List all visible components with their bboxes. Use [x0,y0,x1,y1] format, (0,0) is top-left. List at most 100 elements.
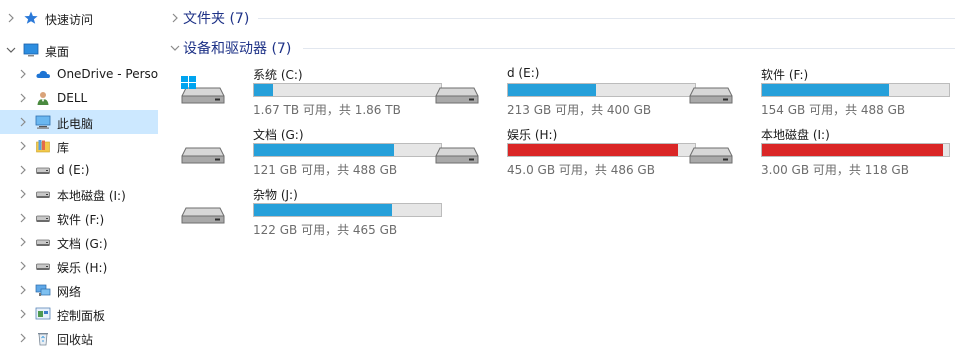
sidebar-item[interactable]: 文档 (G:) [0,230,158,254]
usage-bar [253,203,442,217]
sidebar-item[interactable]: 回收站 [0,326,158,350]
sidebar-item-label: 软件 (F:) [57,213,105,227]
drive-icon [36,263,50,270]
windows-logo-icon [181,76,196,89]
drive-space-info: 213 GB 可用，共 400 GB [507,103,652,117]
hard-drive-icon [181,147,225,164]
drive-name: 软件 (F:) [761,68,809,82]
chevron-right-icon[interactable] [6,13,16,23]
drive-tile[interactable]: 娱乐 (H:) 45.0 GB 可用，共 486 GB [434,126,696,177]
chevron-down-icon [170,45,180,51]
drive-name: 系统 (C:) [253,68,303,82]
drive-name: d (E:) [507,66,540,80]
chevron-right-icon [172,13,178,23]
drive-name: 娱乐 (H:) [507,128,558,142]
group-title-drives: 设备和驱动器 (7) [183,41,292,57]
drive-tile[interactable]: 本地磁盘 (I:) 3.00 GB 可用，共 118 GB [688,126,950,177]
drive-space-info: 3.00 GB 可用，共 118 GB [761,163,909,177]
group-title-folders: 文件夹 (7) [183,11,250,27]
chevron-right-icon[interactable] [18,333,28,343]
drive-name: 文档 (G:) [253,128,304,142]
sidebar-item-label: 快速访问 [45,13,94,27]
recycle-bin-icon [38,333,48,346]
usage-bar [507,83,696,97]
hard-drive-icon [435,87,479,104]
sidebar-item[interactable]: 本地磁盘 (I:) [0,182,158,206]
drive-space-info: 122 GB 可用，共 465 GB [253,223,398,237]
usage-bar [253,143,442,157]
hard-drive-icon [435,147,479,164]
onedrive-cloud-icon [36,70,50,78]
drive-tile[interactable]: 软件 (F:) 154 GB 可用，共 488 GB [688,66,950,117]
drive-name: 本地磁盘 (I:) [761,128,830,142]
usage-bar-fill [254,204,392,216]
chevron-down-icon[interactable] [6,45,16,55]
chevron-right-icon[interactable] [18,141,28,151]
sidebar-item[interactable]: 库 [0,134,158,158]
chevron-right-icon[interactable] [18,261,28,271]
this-pc-icon [35,115,51,129]
chevron-right-icon[interactable] [18,309,28,319]
sidebar-item[interactable]: 软件 (F:) [0,206,158,230]
sidebar-item[interactable]: DELL [0,86,158,110]
sidebar-item[interactable]: 此电脑 [0,110,158,134]
chevron-right-icon[interactable] [18,69,28,79]
sidebar-item[interactable]: 快速访问 [0,6,158,30]
hard-drive-icon [181,76,225,104]
drive-icon [36,191,50,198]
usage-bar [761,83,950,97]
chevron-right-icon[interactable] [18,285,28,295]
group-header-drives[interactable]: 设备和驱动器 (7) [158,37,955,59]
sidebar-item-label: 文档 (G:) [57,237,108,251]
usage-bar-fill [254,144,394,156]
user-icon [37,92,49,105]
sidebar-item[interactable]: 桌面 [0,38,158,62]
sidebar-item[interactable]: 娱乐 (H:) [0,254,158,278]
chevron-right-icon[interactable] [18,93,28,103]
usage-bar [253,83,442,97]
group-header-folders[interactable]: 文件夹 (7) [158,7,955,29]
group-divider [303,48,955,49]
usage-bar-fill [762,144,943,156]
drive-icon [36,215,50,222]
control-panel-icon [35,307,51,320]
sidebar-item-label: 回收站 [57,333,94,347]
drive-tile[interactable]: d (E:) 213 GB 可用，共 400 GB [434,66,696,117]
usage-bar [507,143,696,157]
drive-space-info: 154 GB 可用，共 488 GB [761,103,906,117]
sidebar-item-label: OneDrive - Person [57,67,158,81]
drive-tile[interactable]: 杂物 (J:) 122 GB 可用，共 465 GB [180,186,442,237]
sidebar-item-label: 网络 [57,285,82,299]
sidebar-item-label: 娱乐 (H:) [57,261,108,275]
chevron-right-icon[interactable] [18,165,28,175]
sidebar-item-label: DELL [57,91,88,105]
sidebar-item-label: 库 [57,141,70,155]
drive-tile[interactable]: 系统 (C:) 1.67 TB 可用，共 1.86 TB [180,66,442,117]
drive-icon [36,167,50,174]
quick-access-star-icon [24,11,38,24]
drive-space-info: 45.0 GB 可用，共 486 GB [507,163,655,177]
library-icon [36,140,50,153]
hard-drive-icon [181,207,225,224]
sidebar-item[interactable]: d (E:) [0,158,158,182]
drive-icon [36,239,50,246]
sidebar-item[interactable]: 网络 [0,278,158,302]
content-pane: 文件夹 (7) 设备和驱动器 (7) 系统 (C:) 1.67 TB 可用，共 1… [158,0,955,352]
drive-tile[interactable]: 文档 (G:) 121 GB 可用，共 488 GB [180,126,442,177]
sidebar-item-label: 控制面板 [57,309,106,323]
sidebar-item-label: 本地磁盘 (I:) [57,189,126,203]
sidebar-item-label: d (E:) [57,163,90,177]
sidebar-item[interactable]: OneDrive - Person [0,62,158,86]
sidebar-item-label: 桌面 [45,45,70,59]
sidebar-item-label: 此电脑 [57,117,94,131]
drive-name: 杂物 (J:) [253,188,298,202]
desktop-icon [23,43,39,57]
usage-bar [761,143,950,157]
chevron-right-icon[interactable] [18,213,28,223]
sidebar-item[interactable]: 控制面板 [0,302,158,326]
chevron-right-icon[interactable] [18,189,28,199]
usage-bar-fill [508,84,596,96]
chevron-right-icon[interactable] [18,237,28,247]
navigation-pane: 快速访问桌面 OneDrive - Person DELL 此电脑库 d (E:) 本地磁… [0,0,158,352]
chevron-right-icon[interactable] [18,117,28,127]
